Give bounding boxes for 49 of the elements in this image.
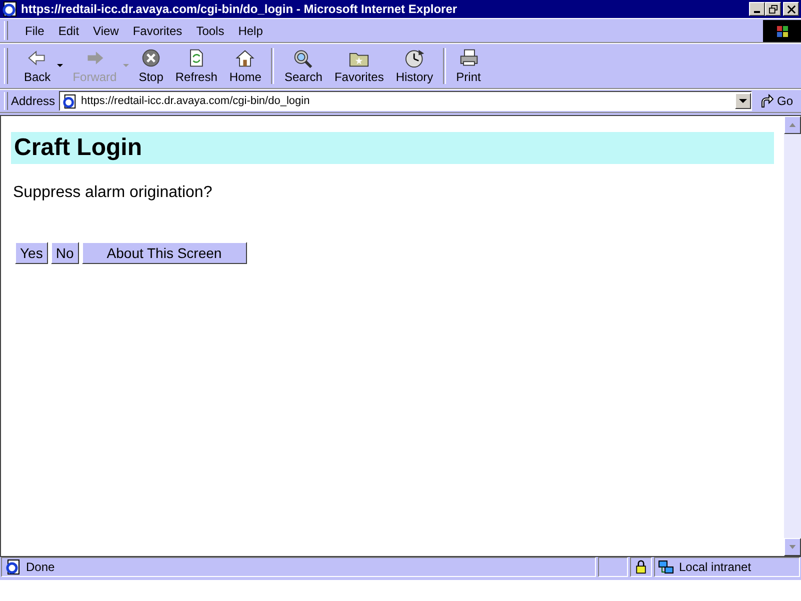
toolbar-button[interactable]: Home bbox=[223, 46, 268, 86]
toolbar-button[interactable]: History bbox=[390, 46, 440, 86]
no-button[interactable]: No bbox=[50, 242, 79, 264]
scroll-down-icon bbox=[789, 545, 796, 549]
toolbar-button[interactable]: Print bbox=[450, 46, 487, 86]
toolbar-button[interactable]: Stop bbox=[132, 46, 170, 86]
page-icon bbox=[5, 559, 21, 575]
menu-item[interactable]: View bbox=[86, 24, 126, 38]
dropdown-button[interactable] bbox=[734, 93, 751, 109]
scroll-up-icon bbox=[789, 123, 796, 127]
address-label: Address bbox=[11, 94, 56, 108]
menu-item[interactable]: File bbox=[18, 24, 52, 38]
go-button[interactable]: Go bbox=[752, 94, 801, 108]
close-button[interactable] bbox=[783, 2, 799, 16]
zone-text: Local intranet bbox=[679, 560, 752, 574]
caret-icon bbox=[738, 98, 747, 104]
question-text: Suppress alarm origination? bbox=[13, 184, 214, 202]
toolbar-button[interactable]: Search bbox=[278, 46, 328, 86]
minimize-icon bbox=[754, 11, 760, 13]
toolbar-button[interactable]: Refresh bbox=[169, 46, 224, 86]
close-icon bbox=[786, 4, 796, 14]
vertical-scrollbar[interactable] bbox=[784, 116, 801, 556]
menu-item[interactable]: Favorites bbox=[126, 24, 190, 38]
menu-item[interactable]: Help bbox=[231, 24, 270, 38]
page-icon bbox=[62, 94, 78, 108]
menu-item[interactable]: Edit bbox=[51, 24, 86, 38]
home-icon bbox=[234, 48, 256, 68]
network-icon bbox=[658, 559, 674, 575]
page-heading: Craft Login bbox=[11, 132, 774, 164]
lock-icon bbox=[634, 559, 648, 575]
status-text: Done bbox=[26, 560, 55, 574]
go-arrow-icon bbox=[760, 94, 774, 108]
toolbar-button[interactable]: Favorites bbox=[328, 46, 390, 86]
about-button[interactable]: About This Screen bbox=[82, 242, 247, 264]
dropdown-arrow-icon[interactable] bbox=[56, 64, 63, 68]
yes-button[interactable]: Yes bbox=[15, 242, 48, 264]
stop-icon bbox=[140, 48, 162, 68]
minimize-button[interactable] bbox=[749, 2, 765, 16]
printer-icon bbox=[458, 48, 480, 68]
clock-icon bbox=[404, 48, 426, 68]
window-title: https://redtail-icc.dr.avaya.com/cgi-bin/do_login - Microsoft Internet Explorer bbox=[21, 2, 458, 16]
toolbar-button[interactable]: Back bbox=[18, 46, 57, 86]
restore-icon bbox=[768, 4, 778, 14]
restore-button[interactable] bbox=[765, 2, 781, 16]
status-pane bbox=[598, 557, 628, 577]
search-icon bbox=[292, 48, 314, 68]
windows-logo bbox=[763, 20, 801, 42]
menu-item[interactable]: Tools bbox=[189, 24, 232, 38]
address-field[interactable]: https://redtail-icc.dr.avaya.com/cgi-bin/do_login bbox=[59, 91, 752, 111]
